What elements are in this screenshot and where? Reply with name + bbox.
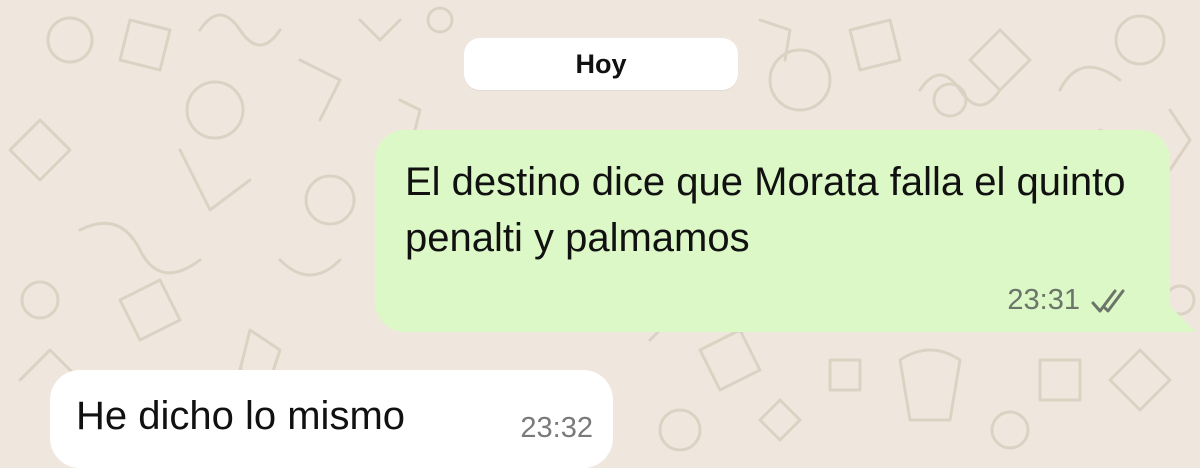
bubble-tail bbox=[1162, 298, 1196, 332]
message-time: 23:32 bbox=[520, 412, 593, 444]
message-text: He dicho lo mismo bbox=[76, 394, 406, 438]
incoming-message-bubble[interactable]: He dicho lo mismo 23:32 bbox=[50, 370, 613, 468]
message-text: El destino dice que Morata falla el quin… bbox=[405, 160, 1126, 260]
outgoing-message-bubble[interactable]: El destino dice que Morata falla el quin… bbox=[375, 130, 1196, 332]
message-meta: 23:31 bbox=[1007, 284, 1134, 317]
read-receipt-double-check-icon bbox=[1091, 289, 1125, 312]
date-separator: Hoy bbox=[464, 38, 738, 90]
message-time: 23:31 bbox=[1007, 284, 1080, 316]
